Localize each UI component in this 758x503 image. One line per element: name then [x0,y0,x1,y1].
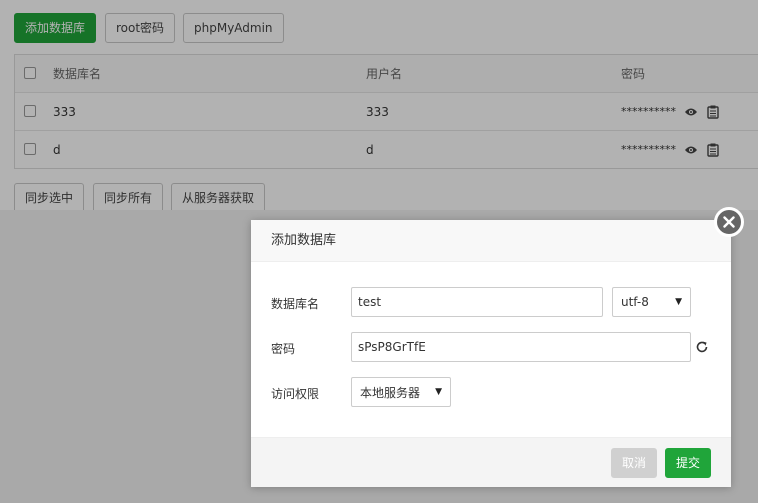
submit-button[interactable]: 提交 [665,448,712,478]
db-name-input[interactable] [351,287,603,317]
charset-value: utf-8 [621,295,649,309]
access-value: 本地服务器 [360,385,421,400]
close-icon[interactable] [714,207,744,237]
access-label: 访问权限 [271,387,320,401]
charset-select[interactable]: utf-8 ▼ [612,287,691,317]
chevron-down-icon: ▼ [435,387,442,397]
access-select[interactable]: 本地服务器 ▼ [351,377,451,407]
refresh-icon[interactable] [695,340,709,354]
db-name-label: 数据库名 [271,297,320,311]
dialog-title: 添加数据库 [251,220,731,262]
chevron-down-icon: ▼ [675,297,682,307]
password-label: 密码 [271,342,296,356]
add-database-dialog: 添加数据库 数据库名 utf-8 ▼ 密码 访问权限 本地服务器 ▼ 取消 提交 [251,220,731,487]
cancel-button[interactable]: 取消 [611,448,658,478]
password-input[interactable] [351,332,691,362]
dialog-footer: 取消 提交 [251,437,731,487]
